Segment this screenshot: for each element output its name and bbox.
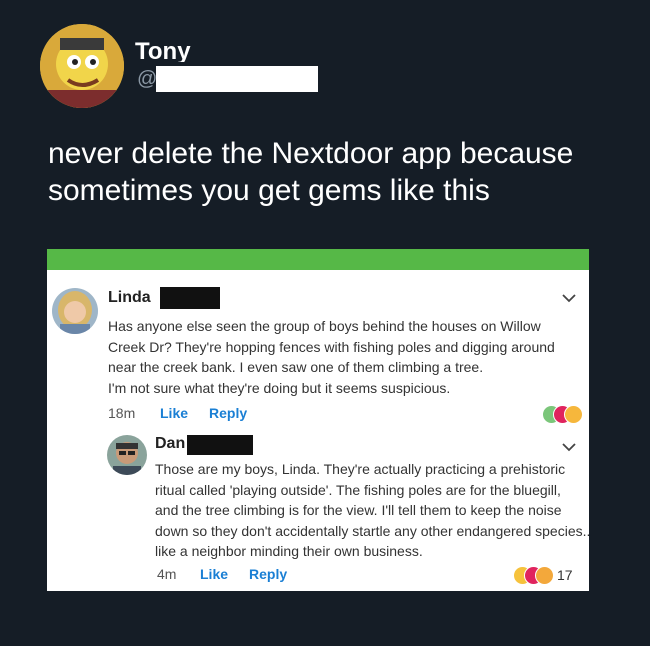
author-handle-prefix: @ bbox=[137, 68, 158, 90]
chevron-down-icon[interactable] bbox=[562, 442, 576, 452]
reply-button[interactable]: Reply bbox=[249, 566, 287, 582]
comment-body: Has anyone else seen the group of boys b… bbox=[108, 316, 555, 398]
author-avatar[interactable] bbox=[40, 24, 124, 108]
comment-timestamp: 18m bbox=[108, 405, 136, 421]
comment-author-name[interactable]: Linda bbox=[108, 289, 151, 307]
tweet-text-line: never delete the Nextdoor app because bbox=[48, 137, 574, 170]
reply-line: down so they don't accidentally startle … bbox=[155, 522, 589, 539]
reply-author-name[interactable]: Dan bbox=[155, 435, 185, 453]
comment-line: Creek Dr? They're hopping fences with fi… bbox=[108, 338, 555, 355]
author-name[interactable]: Tony bbox=[135, 38, 191, 62]
reply-button[interactable]: Reply bbox=[209, 405, 247, 421]
reply-body: Those are my boys, Linda. They're actual… bbox=[155, 459, 589, 562]
reply-timestamp: 4m bbox=[157, 566, 177, 582]
handle-redaction bbox=[156, 66, 318, 92]
linda-avatar[interactable] bbox=[52, 288, 98, 334]
tweet-text-line: sometimes you get gems like this bbox=[48, 174, 490, 207]
like-button[interactable]: Like bbox=[160, 405, 188, 421]
name-redaction bbox=[187, 435, 253, 455]
sad-reaction-icon bbox=[564, 405, 583, 424]
nextdoor-header-bar bbox=[47, 249, 589, 270]
reaction-summary[interactable] bbox=[513, 566, 555, 585]
reply-line: and the tree climbing is for the view. I… bbox=[155, 502, 562, 518]
name-redaction bbox=[160, 287, 220, 309]
reply-line: Those are my boys, Linda. They're actual… bbox=[155, 461, 566, 477]
reaction-count: 17 bbox=[557, 567, 573, 583]
nextdoor-screenshot: Linda Has anyone else seen the group of … bbox=[47, 249, 589, 591]
dan-avatar[interactable] bbox=[107, 435, 147, 475]
comment-line: Has anyone else seen the group of boys b… bbox=[108, 318, 541, 334]
like-button[interactable]: Like bbox=[200, 566, 228, 582]
reaction-summary[interactable] bbox=[542, 405, 583, 424]
chevron-down-icon[interactable] bbox=[562, 293, 576, 303]
reply-line: ritual called 'playing outside'. The fis… bbox=[155, 481, 561, 498]
tweet-text: never delete the Nextdoor app because so… bbox=[48, 135, 628, 209]
reply-line: like a neighbor minding their own busine… bbox=[155, 543, 423, 559]
comment-line: I'm not sure what they're doing but it s… bbox=[108, 379, 451, 396]
comment-line: near the creek bank. I even saw one of t… bbox=[108, 359, 484, 375]
wow-reaction-icon bbox=[535, 566, 554, 585]
